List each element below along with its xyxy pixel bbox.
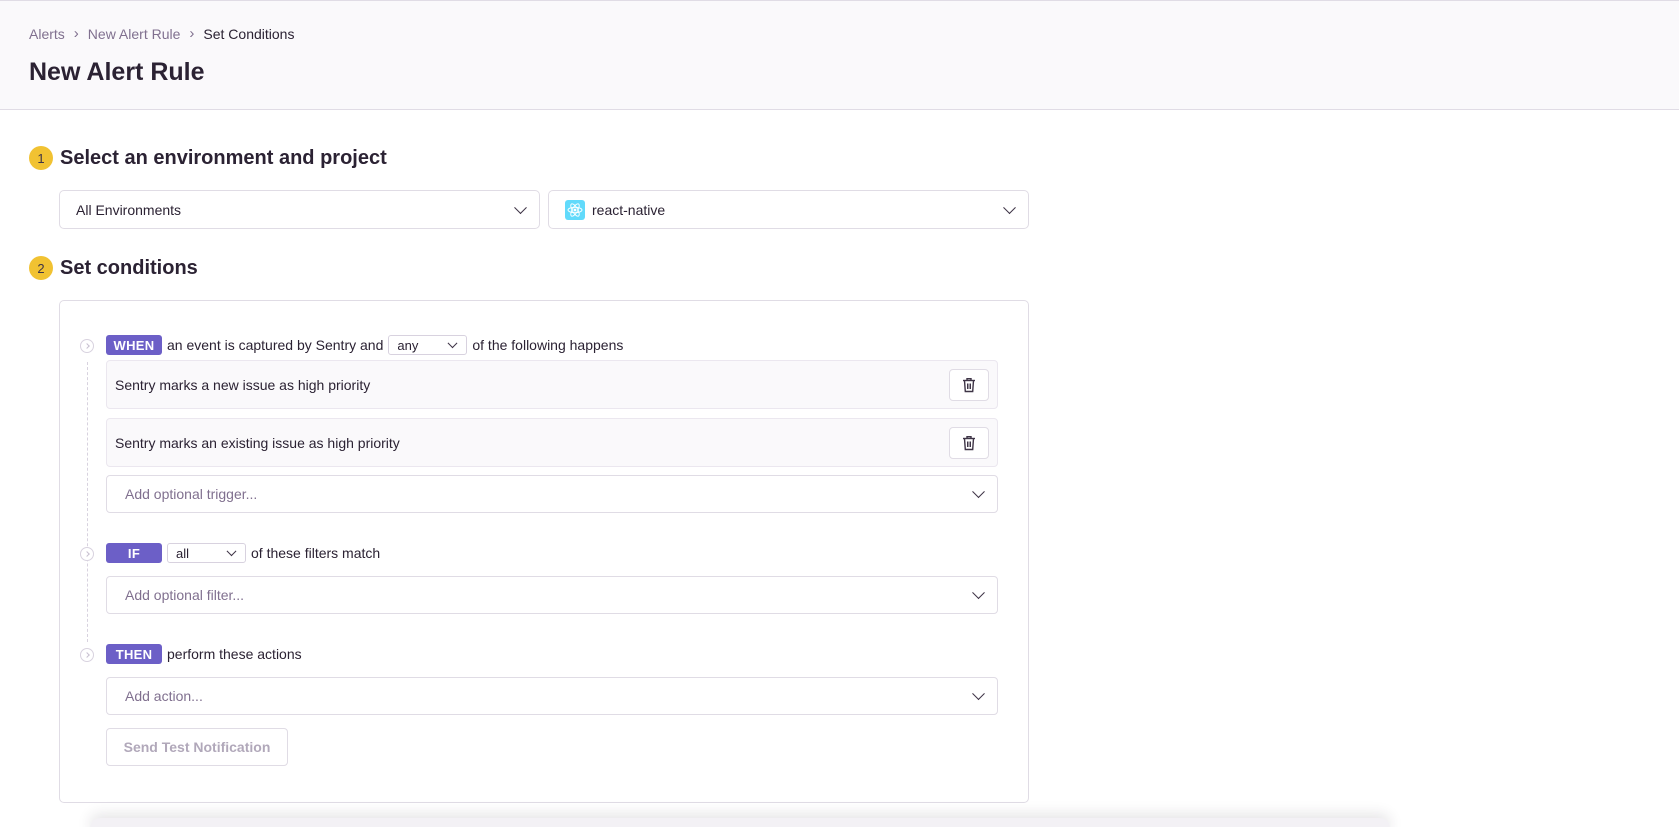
- chevron-down-icon: [447, 338, 458, 349]
- when-match-value: any: [397, 337, 419, 353]
- chevron-down-icon: [514, 200, 527, 214]
- tree-node-icon: [80, 339, 94, 353]
- chevron-down-icon: [972, 485, 985, 499]
- add-trigger-select[interactable]: Add optional trigger...: [106, 475, 998, 513]
- step-number-badge: 1: [29, 146, 53, 170]
- chevron-down-icon: [972, 687, 985, 701]
- step-2-heading: 2 Set conditions: [29, 256, 198, 280]
- add-trigger-placeholder: Add optional trigger...: [125, 486, 258, 502]
- then-tag: THEN: [106, 644, 162, 664]
- tree-node-icon: [80, 547, 94, 561]
- breadcrumb-current: Set Conditions: [203, 26, 295, 42]
- condition-label: Sentry marks an existing issue as high p…: [115, 434, 400, 451]
- when-tag: WHEN: [106, 335, 162, 355]
- step-title: Set conditions: [60, 256, 198, 279]
- breadcrumb-alerts[interactable]: Alerts: [29, 26, 65, 42]
- project-select[interactable]: react-native: [548, 190, 1029, 229]
- breadcrumb: Alerts › New Alert Rule › Set Conditions: [29, 26, 294, 42]
- add-filter-placeholder: Add optional filter...: [125, 587, 245, 603]
- when-row: WHEN an event is captured by Sentry and …: [106, 335, 623, 355]
- when-prefix-text: an event is captured by Sentry and: [167, 337, 384, 353]
- then-suffix-text: perform these actions: [167, 646, 302, 662]
- if-match-select[interactable]: all: [167, 543, 246, 563]
- tree-node-icon: [80, 648, 94, 662]
- if-row: IF all of these filters match: [106, 543, 380, 563]
- condition-item: Sentry marks a new issue as high priorit…: [106, 360, 998, 409]
- environment-select[interactable]: All Environments: [59, 190, 540, 229]
- condition-label: Sentry marks a new issue as high priorit…: [115, 376, 371, 393]
- chevron-right-icon: ›: [73, 25, 79, 42]
- send-test-notification-button[interactable]: Send Test Notification: [106, 728, 288, 766]
- add-action-placeholder: Add action...: [125, 688, 203, 704]
- when-suffix-text: of the following happens: [472, 337, 624, 353]
- rule-tree-line: [87, 362, 88, 642]
- sticky-footer-bar: [90, 818, 1390, 827]
- chevron-down-icon: [1003, 200, 1016, 214]
- add-filter-select[interactable]: Add optional filter...: [106, 576, 998, 614]
- trash-icon: [963, 436, 975, 451]
- project-select-value: react-native: [592, 201, 666, 218]
- environment-select-value: All Environments: [76, 201, 182, 218]
- if-tag: IF: [106, 543, 162, 563]
- page-title: New Alert Rule: [29, 58, 205, 86]
- if-match-value: all: [176, 545, 190, 561]
- when-match-select[interactable]: any: [388, 335, 468, 355]
- if-suffix-text: of these filters match: [251, 545, 381, 561]
- chevron-down-icon: [972, 586, 985, 600]
- then-row: THEN perform these actions: [106, 644, 302, 664]
- delete-condition-button[interactable]: [949, 427, 989, 459]
- delete-condition-button[interactable]: [949, 369, 989, 401]
- trash-icon: [963, 378, 975, 393]
- chevron-down-icon: [226, 546, 237, 557]
- step-1-heading: 1 Select an environment and project: [29, 146, 387, 170]
- add-action-select[interactable]: Add action...: [106, 677, 998, 715]
- chevron-right-icon: ›: [189, 25, 195, 42]
- breadcrumb-new-alert-rule[interactable]: New Alert Rule: [88, 26, 181, 42]
- step-number-badge: 2: [29, 256, 53, 280]
- condition-item: Sentry marks an existing issue as high p…: [106, 418, 998, 467]
- step-title: Select an environment and project: [60, 146, 387, 169]
- react-platform-icon: [565, 199, 585, 220]
- page-header: Alerts › New Alert Rule › Set Conditions…: [0, 0, 1679, 110]
